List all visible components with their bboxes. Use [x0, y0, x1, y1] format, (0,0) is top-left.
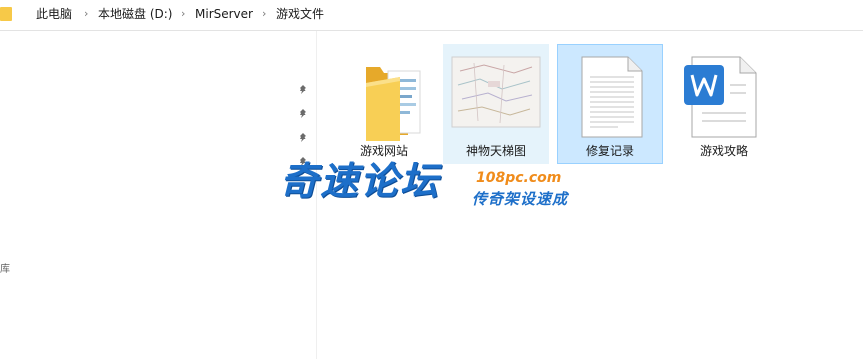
file-name: 修复记录	[585, 144, 634, 158]
breadcrumb-drive-d[interactable]: 本地磁盘 (D:)	[98, 6, 172, 22]
breadcrumb-mirserver[interactable]: MirServer	[195, 6, 253, 22]
pin-icon[interactable]	[298, 109, 308, 119]
watermark-title: 奇速论坛	[280, 159, 441, 203]
word-document-icon	[684, 56, 757, 138]
file-item-text[interactable]: 修复记录	[557, 44, 663, 164]
nav-item-label[interactable]: 库	[0, 260, 10, 275]
image-thumbnail-icon	[451, 56, 541, 128]
pin-icon[interactable]	[298, 85, 308, 95]
file-name: 神物天梯图	[465, 144, 526, 158]
file-item-folder[interactable]: 游戏网站	[331, 44, 437, 164]
file-name: 游戏攻略	[699, 144, 748, 158]
address-bar[interactable]: 此电脑 › 本地磁盘 (D:) › MirServer › 游戏文件	[0, 0, 863, 31]
watermark-logo: 奇速论坛 108pc.com 传奇架设速成	[280, 158, 610, 218]
chevron-right-icon[interactable]: ›	[181, 6, 185, 22]
chevron-right-icon[interactable]: ›	[84, 6, 88, 22]
folder-icon	[366, 67, 421, 141]
breadcrumb-game-files[interactable]: 游戏文件	[276, 6, 324, 22]
navigation-pane[interactable]: 库	[0, 31, 317, 359]
file-item-image[interactable]: 神物天梯图	[443, 44, 549, 164]
watermark-url: 108pc.com	[476, 170, 562, 186]
breadcrumb-this-pc[interactable]: 此电脑	[36, 6, 72, 22]
text-document-icon	[581, 56, 643, 138]
pin-icon[interactable]	[298, 133, 308, 143]
file-name: 游戏网站	[359, 144, 408, 158]
file-item-word[interactable]: 游戏攻略	[671, 44, 777, 164]
folder-icon	[0, 7, 12, 21]
chevron-right-icon[interactable]: ›	[262, 6, 266, 22]
watermark-subtitle: 传奇架设速成	[472, 190, 569, 208]
